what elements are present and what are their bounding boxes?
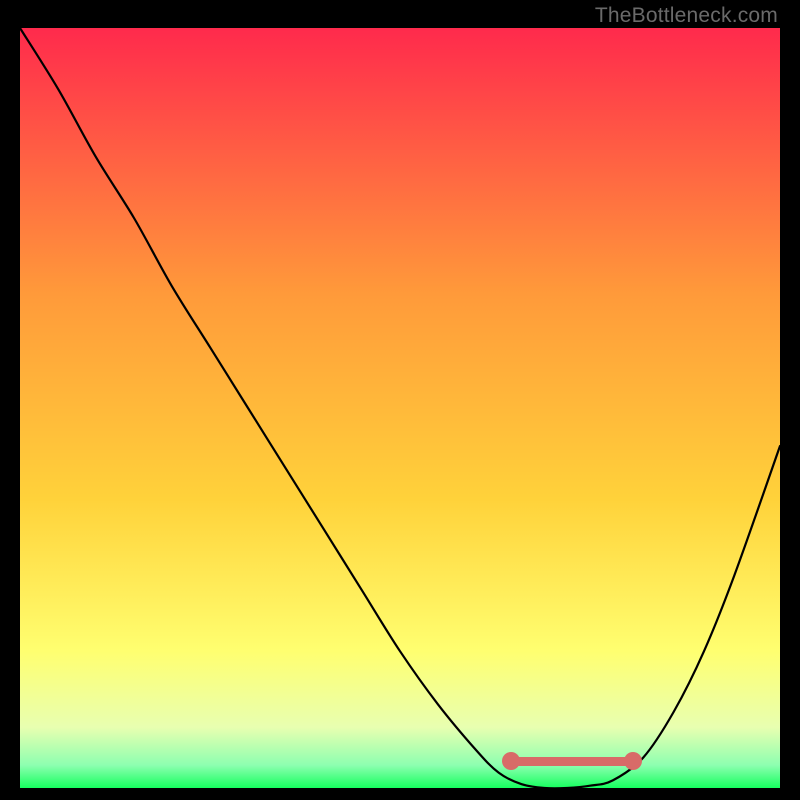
chart-stage: TheBottleneck.com [0,0,800,800]
gradient-background [20,28,780,788]
chart-svg [20,28,780,788]
watermark-text: TheBottleneck.com [595,4,778,28]
plot-area [20,28,780,788]
